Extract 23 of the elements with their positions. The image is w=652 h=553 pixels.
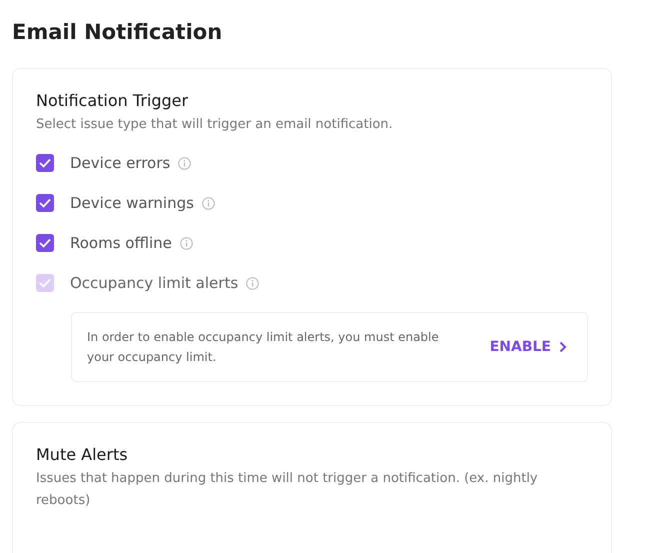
- notice-text: In order to enable occupancy limit alerts, you must enable your occupancy limit.: [87, 329, 440, 366]
- info-icon[interactable]: [202, 196, 215, 210]
- checkbox-label: Occupancy limit alerts: [70, 274, 238, 292]
- checkbox-label: Device warnings: [70, 194, 194, 212]
- checkbox[interactable]: [36, 154, 54, 172]
- section-description: Issues that happen during this time will not trigger a notification. (ex. nightly reboots): [36, 470, 539, 510]
- checkbox[interactable]: [36, 234, 54, 252]
- section-heading: Mute Alerts: [36, 445, 129, 464]
- info-icon[interactable]: [178, 156, 192, 170]
- checkbox[interactable]: [36, 194, 54, 212]
- section-description: Select issue type that will trigger an email notification.: [36, 116, 394, 134]
- chevron-right-icon: [559, 341, 567, 353]
- checkmark-icon: [39, 238, 51, 248]
- checkbox-label: Rooms offline: [70, 234, 172, 252]
- info-icon[interactable]: [246, 276, 260, 290]
- checkmark-icon: [39, 158, 51, 168]
- page-title: Email Notification: [12, 20, 224, 44]
- info-icon[interactable]: [180, 236, 193, 250]
- checkbox-label: Device errors: [70, 154, 170, 172]
- checkmark-icon: [39, 198, 51, 208]
- enable-link[interactable]: ENABLE: [490, 339, 567, 355]
- checkmark-icon: [39, 278, 51, 288]
- section-heading: Notification Trigger: [36, 91, 190, 110]
